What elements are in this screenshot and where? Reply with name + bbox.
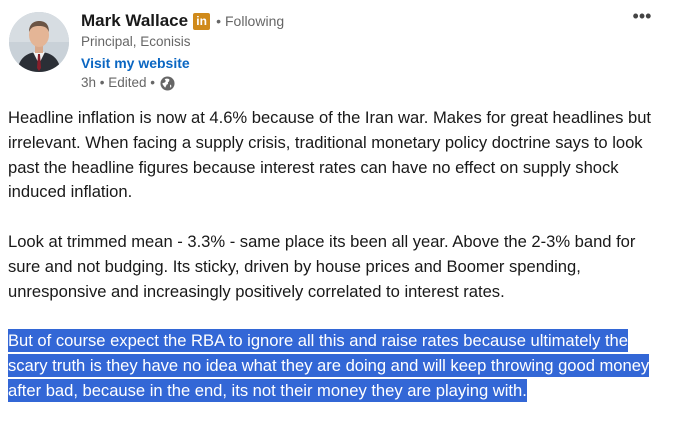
- globe-icon: [160, 75, 175, 91]
- post-paragraph: Headline inflation is now at 4.6% becaus…: [8, 108, 652, 202]
- more-options-button[interactable]: •••: [630, 6, 654, 26]
- author-headline: Principal, Econisis: [81, 34, 191, 49]
- separator-dot: •: [216, 13, 221, 29]
- post-body: Headline inflation is now at 4.6% becaus…: [8, 106, 668, 428]
- feed-post: Mark Wallace in • Following Principal, E…: [0, 0, 673, 413]
- more-options-icon: •••: [632, 6, 652, 26]
- post-paragraph: Look at trimmed mean - 3.3% - same place…: [8, 231, 636, 301]
- avatar[interactable]: [9, 12, 69, 72]
- author-name[interactable]: Mark Wallace: [81, 9, 188, 33]
- visit-website-link[interactable]: Visit my website: [81, 53, 190, 73]
- post-meta: 3h • Edited •: [81, 74, 601, 92]
- post-header: Mark Wallace in • Following Principal, E…: [81, 9, 601, 92]
- linkedin-premium-icon: in: [193, 12, 211, 30]
- name-row: Mark Wallace in • Following: [81, 9, 601, 33]
- profile-photo: [9, 12, 69, 72]
- following-status[interactable]: Following: [225, 13, 284, 29]
- post-paragraph-selected: But of course expect the RBA to ignore a…: [8, 329, 668, 403]
- selected-text: But of course expect the RBA to ignore a…: [8, 329, 650, 402]
- post-timestamp: 3h • Edited •: [81, 75, 155, 90]
